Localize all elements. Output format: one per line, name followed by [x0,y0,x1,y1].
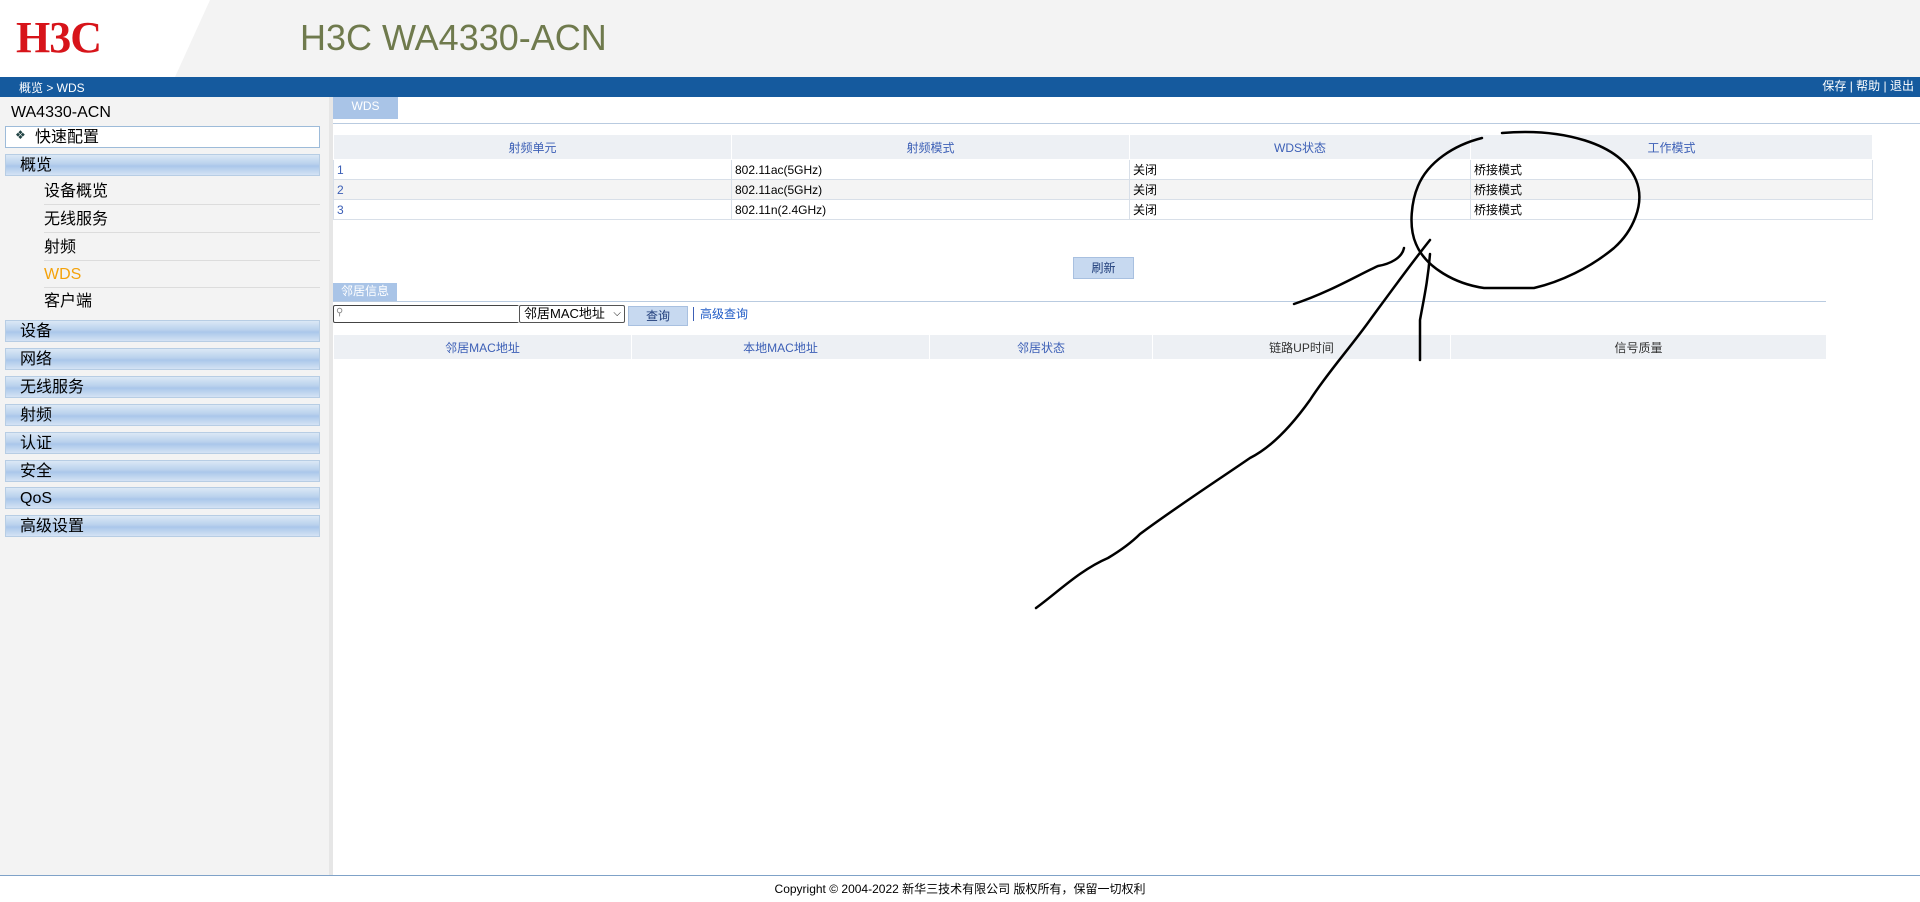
divider [693,307,694,321]
work-mode-cell: 桥接模式 [1470,199,1873,220]
diamond-bullet-icon: ❖ [15,128,26,142]
tab-wds[interactable]: WDS [333,97,398,119]
help-link[interactable]: 帮助 [1856,79,1880,93]
column-header[interactable]: 工作模式 [1470,134,1873,160]
search-box[interactable]: ⚲ [333,305,520,323]
menu-advanced-settings-label: 高级设置 [20,518,85,535]
device-name: WA4330-ACN [11,104,111,121]
menu-device[interactable]: 设备 [5,320,320,342]
search-icon: ⚲ [336,307,344,318]
menu-radio-label: 射频 [20,407,53,424]
table-row: 3 802.11n(2.4GHz) 关闭 桥接模式 [333,199,1873,220]
refresh-button[interactable]: 刷新 [1073,257,1134,279]
header: H3C H3C WA4330-ACN [0,0,1920,77]
menu-network[interactable]: 网络 [5,348,320,370]
menu-overview[interactable]: 概览 [5,154,320,176]
wds-status-cell: 关闭 [1129,199,1471,220]
radio-table: 射频单元 射频模式 WDS状态 工作模式 1 802.11ac(5GHz) 关闭… [333,134,1873,220]
column-header[interactable]: 邻居MAC地址 [333,334,632,360]
neighbor-table: 邻居MAC地址 本地MAC地址 邻居状态 链路UP时间 信号质量 [333,334,1827,360]
menu-authentication[interactable]: 认证 [5,432,320,454]
chevron-down-icon: ⌵ [613,308,621,319]
column-header[interactable]: WDS状态 [1129,134,1471,160]
column-header[interactable]: 射频模式 [731,134,1130,160]
menu-security-label: 安全 [20,463,53,480]
menu-wireless-service[interactable]: 无线服务 [5,376,320,398]
radio-unit-cell[interactable]: 1 [333,159,732,180]
menu-qos[interactable]: QoS [5,487,320,509]
radio-mode-cell: 802.11ac(5GHz) [731,159,1130,180]
neighbor-info-section-tab: 邻居信息 [333,283,397,301]
logout-link[interactable]: 退出 [1890,79,1914,93]
column-header[interactable]: 本地MAC地址 [631,334,930,360]
work-mode-cell: 桥接模式 [1470,179,1873,200]
sidebar-item-clients[interactable]: 客户端 [44,288,320,315]
menu-overview-label: 概览 [20,157,53,174]
main-content: WDS 射频单元 射频模式 WDS状态 工作模式 1 802.11ac(5GHz… [333,97,1920,875]
save-link[interactable]: 保存 [1822,79,1846,93]
radio-unit-cell[interactable]: 3 [333,199,732,220]
column-header[interactable]: 邻居状态 [929,334,1153,360]
copyright-text: Copyright © 2004-2022 新华三技术有限公司 版权所有，保留一… [774,882,1146,896]
menu-security[interactable]: 安全 [5,460,320,482]
column-header[interactable]: 链路UP时间 [1152,334,1451,360]
top-nav-bar: 概览 > WDS 保存 | 帮助 | 退出 [0,77,1920,97]
table-row: 2 802.11ac(5GHz) 关闭 桥接模式 [333,179,1873,200]
breadcrumb: 概览 > WDS [19,81,85,95]
quick-config-item[interactable]: ❖ 快速配置 [5,126,320,148]
sidebar-item-wireless-service[interactable]: 无线服务 [44,206,320,233]
menu-device-label: 设备 [20,323,53,340]
divider [333,301,1826,302]
radio-mode-cell: 802.11ac(5GHz) [731,179,1130,200]
menu-network-label: 网络 [20,351,53,368]
column-header[interactable]: 信号质量 [1450,334,1827,360]
sidebar-item-radio[interactable]: 射频 [44,234,320,261]
radio-unit-cell[interactable]: 2 [333,179,732,200]
menu-qos-label: QoS [20,490,53,507]
menu-wireless-service-label: 无线服务 [20,379,85,396]
sidebar: WA4330-ACN ❖ 快速配置 概览 设备概览 无线服务 射频 WDS 客户… [0,97,333,875]
table-row: 1 802.11ac(5GHz) 关闭 桥接模式 [333,159,1873,180]
query-button[interactable]: 查询 [628,306,688,326]
menu-advanced-settings[interactable]: 高级设置 [5,515,320,537]
separator: | [1849,79,1853,93]
column-header[interactable]: 射频单元 [333,134,732,160]
menu-radio[interactable]: 射频 [5,404,320,426]
top-links: 保存 | 帮助 | 退出 [1822,79,1914,93]
menu-authentication-label: 认证 [20,435,53,452]
separator: | [1883,79,1887,93]
search-input[interactable] [348,306,520,322]
sidebar-item-wds[interactable]: WDS [44,261,320,288]
search-field-select[interactable]: 邻居MAC地址 ⌵ [519,305,625,323]
table-header-row: 射频单元 射频模式 WDS状态 工作模式 [333,134,1873,160]
product-title: H3C WA4330-ACN [300,17,607,58]
logo-area: H3C [0,0,210,77]
wds-status-cell: 关闭 [1129,159,1471,180]
tab-strip: WDS [333,97,1920,124]
quick-config-label: 快速配置 [35,129,100,146]
work-mode-cell: 桥接模式 [1470,159,1873,180]
search-field-select-value: 邻居MAC地址 [524,306,605,321]
h3c-logo: H3C [16,13,102,62]
sidebar-item-device-overview[interactable]: 设备概览 [44,178,320,205]
footer: Copyright © 2004-2022 新华三技术有限公司 版权所有，保留一… [0,875,1920,902]
table-header-row: 邻居MAC地址 本地MAC地址 邻居状态 链路UP时间 信号质量 [333,334,1827,360]
wds-status-cell: 关闭 [1129,179,1471,200]
radio-mode-cell: 802.11n(2.4GHz) [731,199,1130,220]
advanced-query-link[interactable]: 高级查询 [700,306,748,322]
